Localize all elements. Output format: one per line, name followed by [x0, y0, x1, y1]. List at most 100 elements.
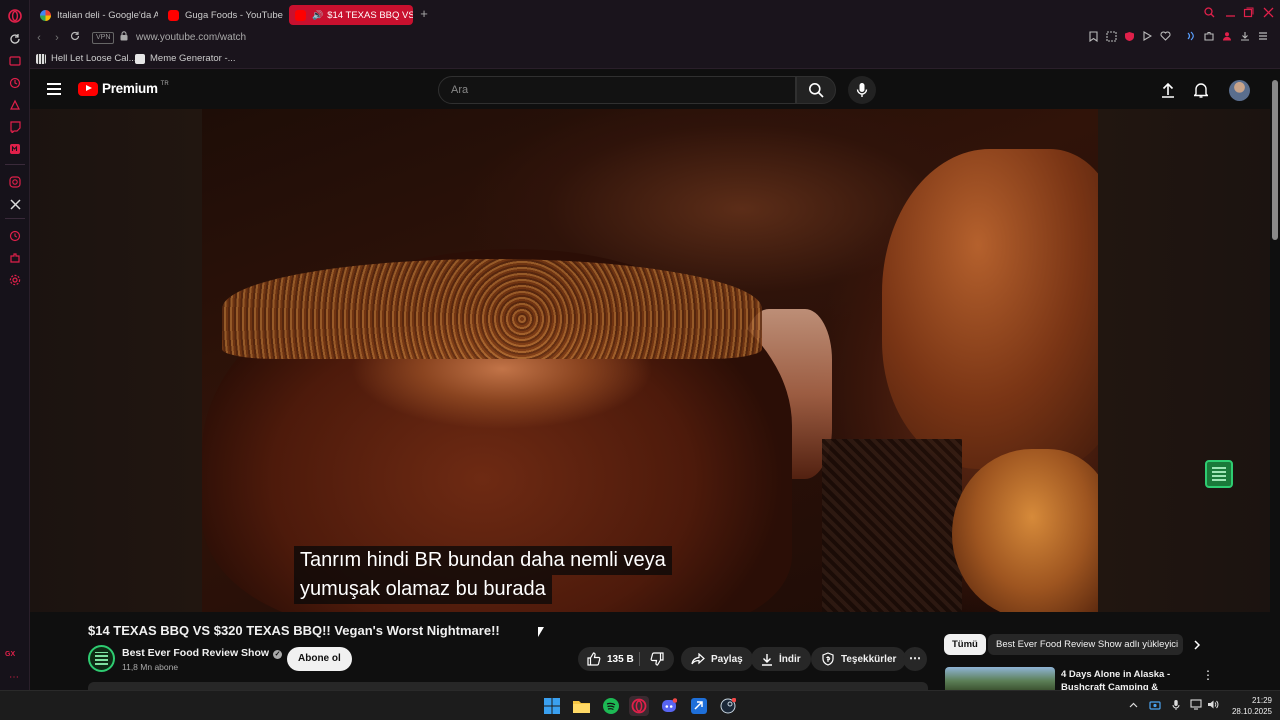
channel-name-link[interactable]: Best Ever Food Review Show ✓ — [122, 647, 283, 659]
display-icon[interactable] — [1189, 699, 1203, 713]
aria-icon[interactable] — [1184, 31, 1198, 45]
share-icon — [691, 653, 705, 665]
messenger-icon[interactable] — [7, 141, 23, 157]
minimize-button[interactable] — [1223, 7, 1237, 21]
steam-icon[interactable] — [718, 696, 738, 716]
back-icon[interactable]: ‹ — [32, 31, 46, 45]
search-button[interactable] — [796, 76, 836, 104]
description-box[interactable] — [88, 682, 928, 690]
tab-texas-bbq[interactable]: 🔊 $14 TEXAS BBQ VS $320 — [289, 5, 413, 25]
chip-next-button[interactable] — [1188, 636, 1206, 654]
adblock-shield-icon[interactable] — [1122, 31, 1136, 45]
sidebar-more-icon[interactable]: ⋯ — [9, 672, 19, 683]
reload-icon[interactable] — [68, 31, 82, 45]
x-twitter-icon[interactable] — [7, 196, 23, 212]
subscribe-button[interactable]: Abone ol — [287, 647, 352, 671]
gx-hub-icon[interactable] — [7, 97, 23, 113]
youtube-header: Premium TR Ara — [30, 70, 1270, 110]
forward-icon[interactable]: › — [50, 31, 64, 45]
super-thanks-icon — [822, 652, 834, 666]
channel-avatar[interactable] — [88, 645, 115, 672]
hamburger-menu-icon[interactable] — [47, 83, 61, 95]
bookmark-icon[interactable] — [1086, 31, 1100, 45]
notifications-button[interactable] — [1191, 80, 1211, 100]
search-input[interactable]: Ara — [438, 76, 796, 104]
windows-start-icon[interactable] — [542, 696, 562, 716]
maximize-button[interactable] — [1241, 7, 1255, 21]
recommended-title[interactable]: 4 Days Alone in Alaska - Bushcraft Campi… — [1061, 668, 1191, 690]
voice-search-button[interactable] — [848, 76, 876, 104]
upload-button[interactable] — [1158, 80, 1178, 100]
tab-google[interactable]: Italian deli - Google'da Ara — [34, 5, 158, 25]
snapshot-icon[interactable] — [1104, 31, 1118, 45]
volume-icon[interactable] — [1206, 699, 1220, 713]
page-scrollbar[interactable] — [1270, 70, 1280, 690]
speaker-icon[interactable]: 🔊 — [312, 10, 323, 21]
logo-text: Premium — [102, 81, 158, 96]
subtitle-line-1: Tanrım hindi BR bundan daha nemli veya — [294, 546, 672, 575]
recommended-menu-icon[interactable]: ⋮ — [1202, 669, 1214, 681]
channel-watermark-icon[interactable] — [1205, 460, 1233, 488]
twitch-icon[interactable] — [7, 119, 23, 135]
tab-guga-foods[interactable]: Guga Foods - YouTube — [162, 5, 286, 25]
clock-date: 28.10.2025 — [1231, 707, 1272, 716]
dislike-button[interactable] — [640, 647, 674, 671]
lock-icon[interactable] — [117, 31, 131, 45]
download-button[interactable]: İndir — [751, 647, 811, 671]
sync-icon[interactable] — [1148, 699, 1162, 713]
upload-icon — [1162, 82, 1174, 98]
tab-search-icon[interactable] — [1202, 7, 1216, 21]
opera-logo-icon[interactable] — [7, 8, 23, 24]
chip-from-uploader[interactable]: Best Ever Food Review Show adlı yükleyic… — [988, 634, 1183, 655]
share-label: Paylaş — [711, 653, 743, 665]
gx-cleaner-icon[interactable] — [7, 75, 23, 91]
download-icon[interactable] — [1238, 31, 1252, 45]
download-arrow-icon — [762, 653, 772, 666]
bookmark-meme-generator[interactable]: Meme Generator -... — [135, 51, 236, 66]
opera-gx-taskbar-icon[interactable] — [629, 696, 649, 716]
extensions-sidebar-icon[interactable] — [7, 250, 23, 266]
thumbs-down-icon — [650, 652, 664, 666]
profile-icon[interactable] — [1220, 31, 1234, 45]
system-clock[interactable]: 21:29 28.10.2025 — [1222, 695, 1272, 717]
settings-icon[interactable] — [7, 272, 23, 288]
scrollbar-thumb[interactable] — [1272, 80, 1278, 240]
bookmark-hell-let-loose[interactable]: Hell Let Loose Cal... — [36, 51, 137, 66]
history-icon[interactable] — [7, 228, 23, 244]
gx-label[interactable]: GX — [5, 651, 15, 658]
easy-setup-icon[interactable] — [1256, 31, 1270, 45]
heart-icon[interactable] — [1158, 31, 1172, 45]
vpn-badge[interactable]: VPN — [92, 32, 115, 44]
extension-puzzle-icon[interactable] — [1202, 31, 1216, 45]
sidebar-divider — [5, 164, 25, 165]
spotify-icon[interactable] — [601, 696, 621, 716]
more-actions-button[interactable]: ⋯ — [903, 647, 927, 671]
youtube-premium-logo[interactable]: Premium TR — [78, 81, 169, 96]
url-field[interactable]: www.youtube.com/watch — [136, 32, 246, 43]
video-subtitles: Tanrım hindi BR bundan daha nemli veya y… — [294, 546, 714, 604]
like-button[interactable]: 135 B — [578, 647, 638, 671]
recommended-thumbnail[interactable] — [945, 667, 1055, 690]
grill-grate — [822, 439, 962, 612]
player-icon[interactable] — [1140, 31, 1154, 45]
gx-control-icon[interactable] — [7, 53, 23, 69]
video-player-area[interactable]: Tanrım hindi BR bundan daha nemli veya y… — [30, 109, 1270, 612]
thanks-button[interactable]: Teşekkürler — [811, 647, 907, 671]
microphone-tray-icon[interactable] — [1169, 699, 1183, 713]
bookmark-label: Hell Let Loose Cal... — [51, 53, 137, 64]
mouse-cursor — [538, 627, 544, 637]
download-label: İndir — [779, 653, 801, 665]
app-blue-icon[interactable] — [689, 696, 709, 716]
instagram-icon[interactable] — [7, 174, 23, 190]
close-window-button[interactable] — [1261, 7, 1275, 21]
new-tab-button[interactable]: + — [416, 6, 432, 22]
share-button[interactable]: Paylaş — [681, 647, 753, 671]
discord-icon[interactable] — [659, 696, 679, 716]
file-explorer-icon[interactable] — [571, 696, 591, 716]
reload-sidebar-icon[interactable] — [7, 31, 23, 47]
account-avatar[interactable] — [1229, 80, 1250, 101]
tray-expand-icon[interactable] — [1126, 699, 1140, 713]
subtitle-line-2: yumuşak olamaz bu burada — [294, 575, 552, 604]
video-frame[interactable]: Tanrım hindi BR bundan daha nemli veya y… — [202, 109, 1098, 612]
chip-all[interactable]: Tümü — [944, 634, 986, 655]
